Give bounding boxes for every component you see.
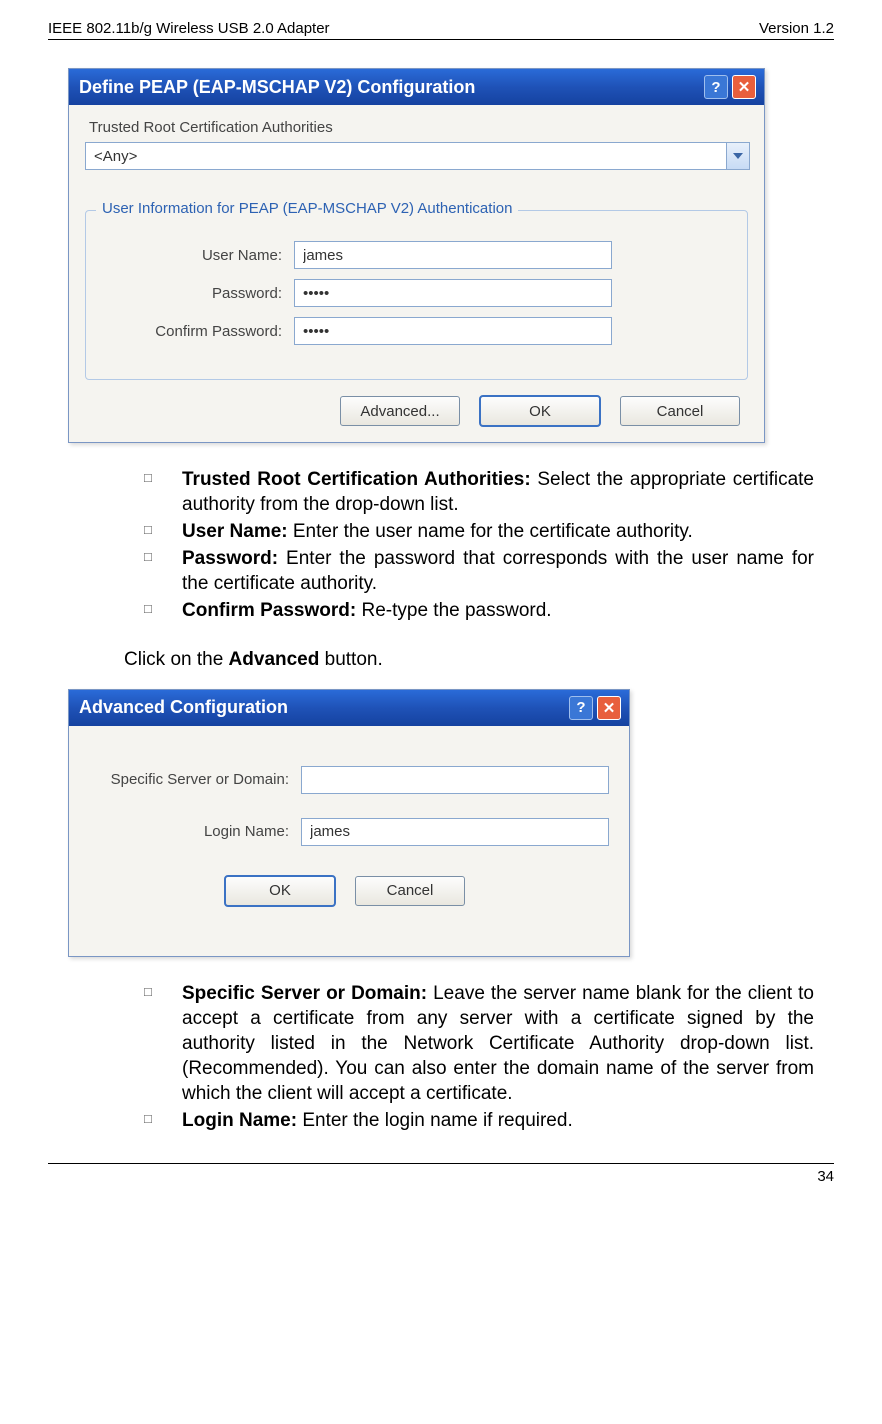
server-domain-row: Specific Server or Domain: bbox=[89, 766, 609, 794]
list-item: User Name: Enter the user name for the c… bbox=[144, 519, 814, 544]
body-text-2: Specific Server or Domain: Leave the ser… bbox=[68, 981, 814, 1133]
login-name-input[interactable] bbox=[301, 818, 609, 846]
page-number: 34 bbox=[817, 1168, 834, 1185]
bullet-rest: Re-type the password. bbox=[356, 600, 551, 621]
cancel-button[interactable]: Cancel bbox=[620, 396, 740, 426]
password-label: Password: bbox=[106, 285, 294, 302]
list-item: Login Name: Enter the login name if requ… bbox=[144, 1108, 814, 1133]
window-body: Specific Server or Domain: Login Name: O… bbox=[69, 726, 629, 956]
ok-button[interactable]: OK bbox=[225, 876, 335, 906]
close-icon[interactable]: ✕ bbox=[732, 75, 756, 99]
titlebar-buttons: ? ✕ bbox=[704, 75, 756, 99]
confirm-password-row: Confirm Password: bbox=[106, 317, 727, 345]
bullet-rest: Enter the user name for the certificate … bbox=[288, 521, 693, 542]
page-footer: 34 bbox=[48, 1163, 834, 1185]
dropdown-value: <Any> bbox=[86, 148, 726, 165]
list-item: Specific Server or Domain: Leave the ser… bbox=[144, 981, 814, 1106]
trca-label: Trusted Root Certification Authorities bbox=[89, 119, 748, 136]
fieldset-legend: User Information for PEAP (EAP-MSCHAP V2… bbox=[96, 200, 518, 217]
bullet-list-2: Specific Server or Domain: Leave the ser… bbox=[68, 981, 814, 1133]
mid-paragraph: Click on the Advanced button. bbox=[124, 647, 814, 672]
cancel-button[interactable]: Cancel bbox=[355, 876, 465, 906]
list-item: Confirm Password: Re-type the password. bbox=[144, 598, 814, 623]
user-info-fieldset: User Information for PEAP (EAP-MSCHAP V2… bbox=[85, 210, 748, 380]
window-title: Define PEAP (EAP-MSCHAP V2) Configuratio… bbox=[79, 77, 475, 98]
close-icon[interactable]: ✕ bbox=[597, 696, 621, 720]
titlebar: Advanced Configuration ? ✕ bbox=[69, 690, 629, 726]
window-body: Trusted Root Certification Authorities <… bbox=[69, 105, 764, 442]
window-title: Advanced Configuration bbox=[79, 697, 288, 718]
bullet-bold: Confirm Password: bbox=[182, 600, 356, 621]
bullet-list-1: Trusted Root Certification Authorities: … bbox=[68, 467, 814, 623]
username-label: User Name: bbox=[106, 247, 294, 264]
bullet-bold: Login Name: bbox=[182, 1110, 297, 1131]
para-bold: Advanced bbox=[229, 649, 320, 670]
login-name-label: Login Name: bbox=[89, 823, 301, 840]
password-input[interactable] bbox=[294, 279, 612, 307]
username-row: User Name: bbox=[106, 241, 727, 269]
body-text-1: Trusted Root Certification Authorities: … bbox=[68, 467, 814, 673]
help-icon[interactable]: ? bbox=[704, 75, 728, 99]
bullet-bold: Trusted Root Certification Authorities: bbox=[182, 469, 531, 490]
ok-button[interactable]: OK bbox=[480, 396, 600, 426]
login-name-row: Login Name: bbox=[89, 818, 609, 846]
server-domain-input[interactable] bbox=[301, 766, 609, 794]
help-icon[interactable]: ? bbox=[569, 696, 593, 720]
password-row: Password: bbox=[106, 279, 727, 307]
header-left: IEEE 802.11b/g Wireless USB 2.0 Adapter bbox=[48, 20, 330, 37]
advanced-button[interactable]: Advanced... bbox=[340, 396, 460, 426]
define-peap-window: Define PEAP (EAP-MSCHAP V2) Configuratio… bbox=[68, 68, 765, 443]
confirm-password-input[interactable] bbox=[294, 317, 612, 345]
advanced-config-window: Advanced Configuration ? ✕ Specific Serv… bbox=[68, 689, 630, 957]
list-item: Password: Enter the password that corres… bbox=[144, 546, 814, 596]
titlebar-buttons: ? ✕ bbox=[569, 696, 621, 720]
titlebar: Define PEAP (EAP-MSCHAP V2) Configuratio… bbox=[69, 69, 764, 105]
bullet-rest: Enter the login name if required. bbox=[297, 1110, 573, 1131]
bullet-bold: Specific Server or Domain: bbox=[182, 983, 427, 1004]
list-item: Trusted Root Certification Authorities: … bbox=[144, 467, 814, 517]
button-row: OK Cancel bbox=[89, 876, 609, 906]
bullet-bold: User Name: bbox=[182, 521, 288, 542]
server-domain-label: Specific Server or Domain: bbox=[89, 771, 301, 788]
page-header: IEEE 802.11b/g Wireless USB 2.0 Adapter … bbox=[48, 20, 834, 40]
button-row: Advanced... OK Cancel bbox=[85, 396, 748, 426]
para-text: button. bbox=[319, 649, 382, 670]
trca-dropdown[interactable]: <Any> bbox=[85, 142, 750, 170]
bullet-bold: Password: bbox=[182, 548, 278, 569]
chevron-down-icon[interactable] bbox=[726, 143, 749, 169]
username-input[interactable] bbox=[294, 241, 612, 269]
confirm-password-label: Confirm Password: bbox=[106, 323, 294, 340]
para-text: Click on the bbox=[124, 649, 229, 670]
header-right: Version 1.2 bbox=[759, 20, 834, 37]
